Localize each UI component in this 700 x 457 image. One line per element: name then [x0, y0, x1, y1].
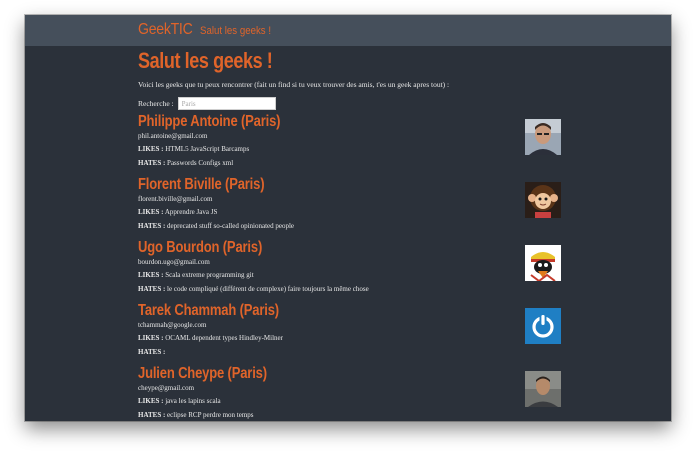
likes-value: Apprendre Java JS [164, 208, 218, 216]
likes-label: LIKES : [138, 334, 164, 342]
likes-value: Scala extreme programming git [165, 271, 254, 279]
likes-value: OCAML dependent types Hindley-Milner [165, 334, 283, 342]
hates-label: HATES : [138, 285, 166, 293]
geek-hates: HATES : [138, 348, 568, 357]
search-label: Recherche : [138, 99, 174, 108]
page-header: Salut les geeks ! Voici les geeks que tu… [138, 48, 568, 110]
geek-likes: LIKES : Apprendre Java JS [138, 208, 568, 217]
avatar-cartoon-pirate [525, 245, 561, 281]
geek-name: Florent Biville (Paris) [138, 176, 265, 193]
geek-card: Philippe Antoine (Paris) phil.antoine@gm… [138, 112, 568, 168]
likes-label: LIKES : [138, 208, 164, 216]
geek-name: Ugo Bourdon (Paris) [138, 239, 263, 256]
likes-label: LIKES : [138, 397, 164, 405]
geek-name: Tarek Chammah (Paris) [138, 302, 279, 319]
geek-card: Tarek Chammah (Paris) tchammah@google.co… [138, 301, 568, 357]
avatar-power-logo [525, 308, 561, 344]
hates-value: eclipse RCP perdre mon temps [167, 411, 254, 419]
geek-hates: HATES : Passwords Configs xml [138, 159, 568, 168]
avatar-monkey-toy [525, 182, 561, 218]
geek-card: Julien Cheype (Paris) cheype@gmail.com L… [138, 364, 568, 420]
geek-likes: LIKES : java les lapins scala [138, 397, 568, 406]
browser-window: GeekTIC Salut les geeks ! Salut les geek… [25, 15, 671, 421]
avatar [525, 119, 561, 155]
hates-label: HATES : [138, 159, 166, 167]
hates-value: Passwords Configs xml [167, 159, 234, 167]
hates-label: HATES : [138, 348, 166, 356]
likes-value: java les lapins scala [165, 397, 221, 405]
avatar-photo-portrait [525, 371, 561, 407]
avatar [525, 245, 561, 281]
nav-link-home[interactable]: Salut les geeks ! [200, 25, 271, 37]
avatar [525, 371, 561, 407]
hates-value: le code compliqué (différent de complexe… [167, 285, 369, 293]
geek-card: Florent Biville (Paris) florent.biville@… [138, 175, 568, 231]
intro-text: Voici les geeks que tu peux rencontrer (… [138, 80, 450, 89]
geek-email[interactable]: bourdon.ugo@gmail.com [138, 258, 568, 267]
geek-hates: HATES : eclipse RCP perdre mon temps [138, 411, 568, 420]
hates-value: deprecated stuff so-called opinionated p… [167, 222, 295, 230]
likes-label: LIKES : [138, 271, 164, 279]
likes-label: LIKES : [138, 145, 164, 153]
geek-email[interactable]: florent.biville@gmail.com [138, 195, 568, 204]
geek-email[interactable]: phil.antoine@gmail.com [138, 132, 568, 141]
likes-value: HTML5 JavaScript Barcamps [165, 145, 250, 153]
geek-email[interactable]: tchammah@google.com [138, 321, 568, 330]
navbar: GeekTIC Salut les geeks ! [25, 15, 671, 46]
geek-likes: LIKES : OCAML dependent types Hindley-Mi… [138, 334, 568, 343]
geek-hates: HATES : deprecated stuff so-called opini… [138, 222, 568, 231]
avatar [525, 182, 561, 218]
brand-link[interactable]: GeekTIC [138, 21, 193, 39]
search-row: Recherche : [138, 97, 568, 110]
geek-email[interactable]: cheype@gmail.com [138, 384, 568, 393]
geek-name: Philippe Antoine (Paris) [138, 113, 281, 130]
geek-hates: HATES : le code compliqué (différent de … [138, 285, 568, 294]
avatar-photo-portrait [525, 119, 561, 155]
search-input[interactable] [177, 97, 276, 110]
geek-likes: LIKES : Scala extreme programming git [138, 271, 568, 280]
geek-name: Julien Cheype (Paris) [138, 365, 267, 382]
page-title: Salut les geeks ! [138, 48, 273, 73]
geek-likes: LIKES : HTML5 JavaScript Barcamps [138, 145, 568, 154]
geek-card: Ugo Bourdon (Paris) bourdon.ugo@gmail.co… [138, 238, 568, 294]
avatar [525, 308, 561, 344]
hates-label: HATES : [138, 411, 166, 419]
hates-label: HATES : [138, 222, 166, 230]
